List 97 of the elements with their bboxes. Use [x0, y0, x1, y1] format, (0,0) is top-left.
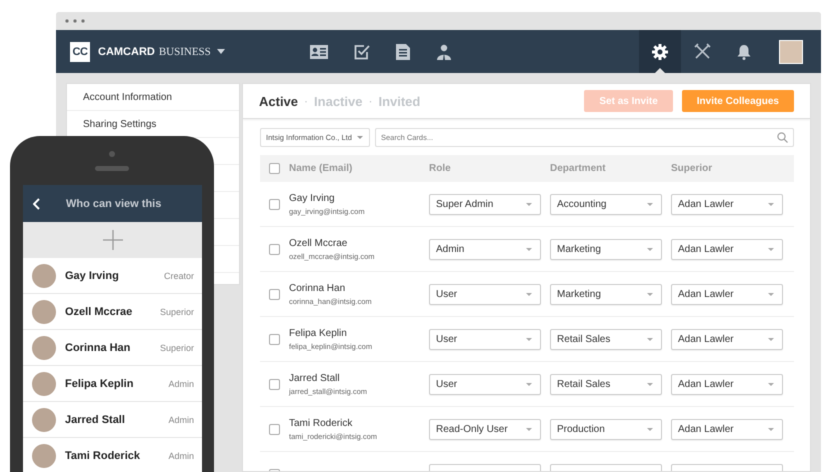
caret-icon [647, 338, 653, 340]
member-name: Ozell Mccrae [65, 306, 134, 318]
superior-select[interactable]: Adan Lawler [671, 194, 783, 214]
avatar [32, 336, 56, 360]
avatar [32, 408, 56, 432]
document-icon[interactable] [396, 44, 410, 60]
toolbar-tab[interactable] [639, 30, 681, 73]
avatar [32, 264, 56, 288]
caret-icon [357, 136, 363, 139]
member-role: Superior [160, 342, 194, 352]
superior-select[interactable]: Adan Lawler [671, 328, 783, 350]
speaker-icon [95, 166, 129, 171]
caret-icon [526, 292, 532, 296]
window-dots-icon [65, 19, 85, 23]
member-name: Ozell Mccrae [289, 238, 348, 248]
logo-mark[interactable]: CC [70, 42, 90, 62]
row-checkbox[interactable] [269, 378, 280, 390]
member-name: Corinna Han [65, 342, 132, 354]
member-name: Tami Roderick [65, 450, 141, 462]
superior-select[interactable]: Adan Lawler [671, 418, 783, 440]
caret-icon [647, 248, 653, 250]
department-select[interactable]: Retail Sales [550, 328, 662, 350]
caret-icon [526, 248, 532, 250]
row-checkbox[interactable] [269, 424, 280, 434]
caret-icon [647, 382, 653, 386]
caret-icon [647, 428, 653, 430]
avatar [32, 444, 56, 468]
role-select[interactable]: User [429, 328, 541, 350]
role-select[interactable]: User [429, 284, 541, 304]
sidebar-item[interactable]: Sharing Settings [67, 111, 239, 138]
tab[interactable]: Active [259, 94, 298, 108]
row-checkbox[interactable] [269, 334, 280, 344]
member-name: Felipa Keplin [65, 378, 134, 390]
member-name: Gay Irving [65, 270, 120, 282]
brand-name[interactable]: CAMCARD [98, 46, 155, 58]
member-role: Superior [160, 306, 194, 316]
tools-icon[interactable] [694, 43, 710, 60]
caret-icon[interactable] [216, 49, 225, 54]
bell-icon[interactable] [737, 44, 751, 60]
phone-title: Who can view this [66, 198, 162, 210]
contact-card-icon[interactable] [310, 44, 328, 58]
member-role: Admin [168, 450, 194, 460]
avatar [32, 300, 56, 324]
brand-suffix[interactable]: BUSINESS [158, 46, 211, 58]
superior-select[interactable]: Adan Lawler [671, 238, 783, 260]
member-name: Jarred Stall [289, 372, 341, 384]
search-icon [777, 132, 788, 143]
row-checkbox[interactable] [269, 244, 280, 254]
column-header: Role [429, 163, 452, 174]
department-select[interactable]: Production [550, 418, 662, 440]
select-all-checkbox[interactable] [269, 163, 280, 174]
department-select[interactable]: Marketing [550, 238, 662, 260]
caret-icon [768, 428, 774, 430]
department-select[interactable]: Marketing [550, 284, 662, 304]
role-select[interactable]: Read-Only User [429, 418, 541, 440]
caret-icon [647, 202, 653, 206]
column-header: Department [550, 163, 607, 174]
department-select[interactable]: Accounting [550, 194, 662, 214]
row-checkbox[interactable] [269, 198, 280, 210]
column-header: Superior [671, 163, 714, 174]
caret-icon [768, 382, 774, 386]
tab-separator: · [304, 94, 308, 108]
member-role: Admin [168, 414, 194, 424]
member-name: Gay Irving [289, 192, 336, 204]
column-header: Name (Email) [289, 163, 354, 174]
caret-icon [768, 338, 774, 340]
pointer-icon [655, 68, 665, 73]
member-name: Tami Roderick [289, 418, 354, 428]
back-icon[interactable] [33, 198, 40, 210]
caret-icon [768, 292, 774, 296]
caret-icon [768, 202, 774, 206]
role-select[interactable]: User [429, 374, 541, 394]
row-checkbox[interactable] [269, 288, 280, 300]
superior-select[interactable]: Adan Lawler [671, 284, 783, 304]
caret-icon [526, 202, 532, 206]
caret-icon [526, 428, 532, 430]
caret-icon [526, 382, 532, 386]
sidebar-item[interactable]: Account Information [67, 84, 239, 111]
camera-icon [109, 151, 115, 157]
caret-icon [768, 248, 774, 250]
member-role: Creator [164, 270, 194, 280]
superior-select[interactable]: Adan Lawler [671, 374, 783, 394]
person-icon[interactable] [436, 44, 452, 60]
member-name: Corinna Han [289, 282, 346, 294]
settings-icon[interactable] [652, 44, 668, 60]
checkbox-icon[interactable] [354, 44, 370, 60]
role-select[interactable]: Admin [429, 238, 541, 260]
caret-icon [647, 292, 653, 296]
caret-icon [526, 338, 532, 340]
department-select[interactable]: Retail Sales [550, 374, 662, 394]
member-name: Jarred Stall [65, 414, 126, 426]
member-role: Admin [168, 378, 194, 388]
tab-separator: · [368, 94, 372, 108]
avatar[interactable] [779, 40, 803, 64]
avatar [32, 372, 56, 396]
member-name: Felipa Keplin [289, 328, 348, 338]
role-select[interactable]: Super Admin [429, 194, 541, 214]
